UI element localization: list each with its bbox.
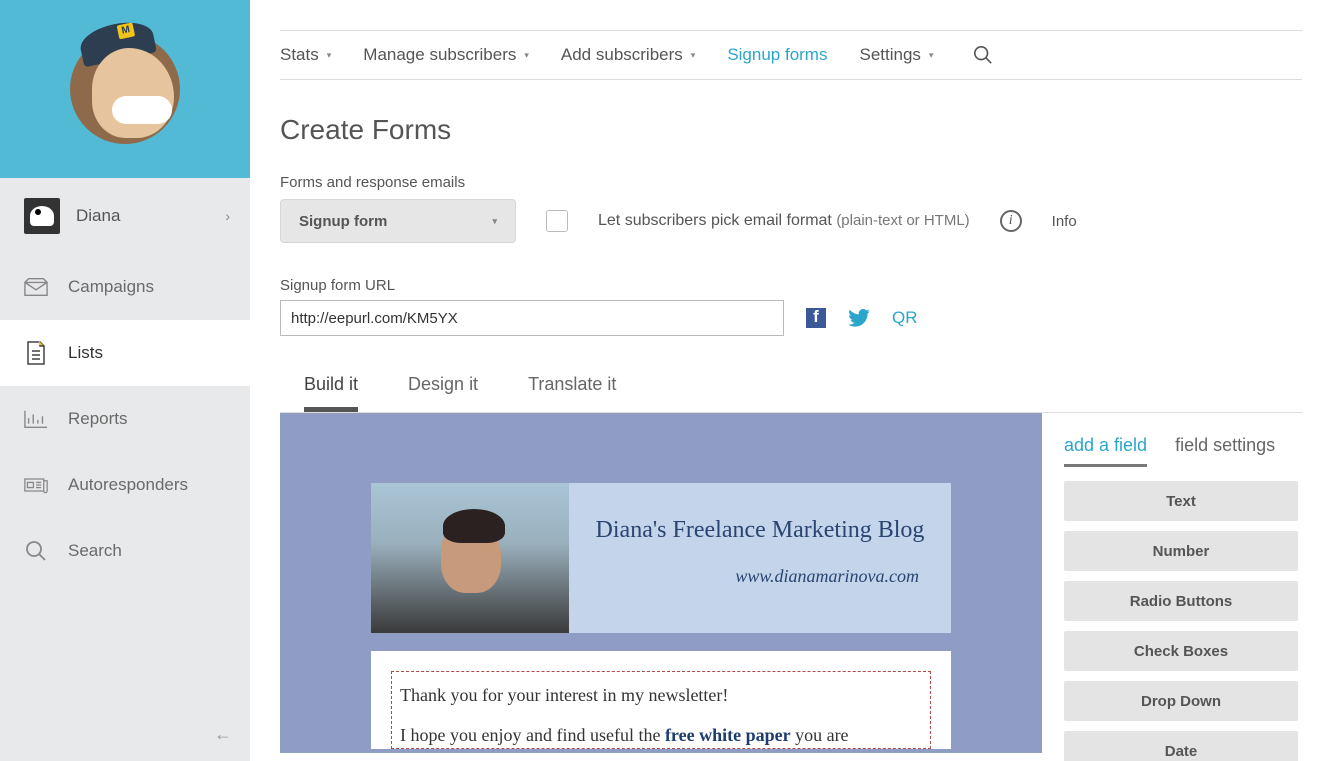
- chevron-down-icon: ▾: [524, 50, 529, 61]
- tab-settings[interactable]: Settings▾: [859, 45, 933, 65]
- avatar: [24, 198, 60, 234]
- account-name: Diana: [76, 206, 120, 226]
- url-label: Signup form URL: [280, 277, 1302, 294]
- header-photo: [371, 483, 569, 633]
- main-content: Stats▾ Manage subscribers▾ Add subscribe…: [250, 0, 1332, 761]
- top-nav: Stats▾ Manage subscribers▾ Add subscribe…: [280, 30, 1302, 80]
- account-menu[interactable]: Diana ›: [0, 178, 250, 254]
- page-title: Create Forms: [280, 114, 1302, 146]
- facebook-icon[interactable]: f: [806, 308, 826, 328]
- section-label: Forms and response emails: [280, 174, 1302, 191]
- sidebar-nav: Campaigns Lists Reports Autoresponders: [0, 254, 250, 584]
- field-radio-button[interactable]: Radio Buttons: [1064, 581, 1298, 621]
- tab-add-subscribers[interactable]: Add subscribers▾: [561, 45, 695, 65]
- collapse-sidebar-icon[interactable]: ←: [214, 724, 232, 745]
- tab-signup-forms[interactable]: Signup forms: [727, 45, 827, 65]
- tab-manage-subscribers[interactable]: Manage subscribers▾: [363, 45, 529, 65]
- sidebar-item-label: Campaigns: [68, 277, 154, 297]
- info-label: Info: [1052, 213, 1077, 230]
- form-header-banner[interactable]: Diana's Freelance Marketing Blog www.dia…: [371, 483, 951, 633]
- sidebar: Diana › Campaigns Lists Reports: [0, 0, 250, 761]
- search-icon: [24, 540, 48, 562]
- builder-tabs: Build it Design it Translate it: [280, 374, 1302, 412]
- info-icon[interactable]: i: [1000, 210, 1022, 232]
- chevron-down-icon: ▾: [691, 50, 696, 61]
- field-panel: add a field field settings Text Number R…: [1042, 413, 1302, 761]
- form-text-block[interactable]: Thank you for your interest in my newsle…: [391, 671, 931, 749]
- bar-chart-icon: [24, 408, 48, 430]
- search-icon[interactable]: [973, 45, 993, 65]
- subtab-build[interactable]: Build it: [304, 374, 358, 412]
- panel-tab-add-field[interactable]: add a field: [1064, 435, 1147, 467]
- field-date-button[interactable]: Date: [1064, 731, 1298, 761]
- sidebar-item-reports[interactable]: Reports: [0, 386, 250, 452]
- tab-stats[interactable]: Stats▾: [280, 45, 331, 65]
- form-type-dropdown[interactable]: Signup form ▾: [280, 199, 516, 243]
- checkbox-label: Let subscribers pick email format (plain…: [598, 212, 970, 230]
- blog-url: www.dianamarinova.com: [589, 566, 931, 587]
- panel-tab-field-settings[interactable]: field settings: [1175, 435, 1275, 467]
- sidebar-item-search[interactable]: Search: [0, 518, 250, 584]
- chevron-down-icon: ▾: [327, 50, 332, 61]
- field-checkboxes-button[interactable]: Check Boxes: [1064, 631, 1298, 671]
- twitter-icon[interactable]: [848, 309, 870, 327]
- chevron-down-icon: ▾: [929, 50, 934, 61]
- subtab-design[interactable]: Design it: [408, 374, 478, 412]
- envelope-icon: [24, 276, 48, 298]
- sidebar-item-label: Autoresponders: [68, 475, 188, 495]
- sidebar-item-label: Reports: [68, 409, 128, 429]
- form-content-card[interactable]: Thank you for your interest in my newsle…: [371, 651, 951, 749]
- chevron-right-icon: ›: [225, 208, 230, 224]
- logo[interactable]: [0, 0, 250, 178]
- document-icon: [24, 342, 48, 364]
- form-canvas[interactable]: Diana's Freelance Marketing Blog www.dia…: [280, 413, 1042, 753]
- email-format-checkbox[interactable]: [546, 210, 568, 232]
- signup-url-input[interactable]: [280, 300, 784, 336]
- field-dropdown-button[interactable]: Drop Down: [1064, 681, 1298, 721]
- sidebar-item-lists[interactable]: Lists: [0, 320, 250, 386]
- sidebar-item-label: Search: [68, 541, 122, 561]
- field-text-button[interactable]: Text: [1064, 481, 1298, 521]
- newspaper-icon: [24, 474, 48, 496]
- field-number-button[interactable]: Number: [1064, 531, 1298, 571]
- qr-link[interactable]: QR: [892, 308, 918, 328]
- blog-title: Diana's Freelance Marketing Blog: [589, 517, 931, 544]
- mailchimp-logo-icon: [70, 34, 180, 144]
- subtab-translate[interactable]: Translate it: [528, 374, 616, 412]
- sidebar-item-campaigns[interactable]: Campaigns: [0, 254, 250, 320]
- sidebar-item-label: Lists: [68, 343, 103, 363]
- sidebar-item-autoresponders[interactable]: Autoresponders: [0, 452, 250, 518]
- chevron-down-icon: ▾: [492, 216, 497, 227]
